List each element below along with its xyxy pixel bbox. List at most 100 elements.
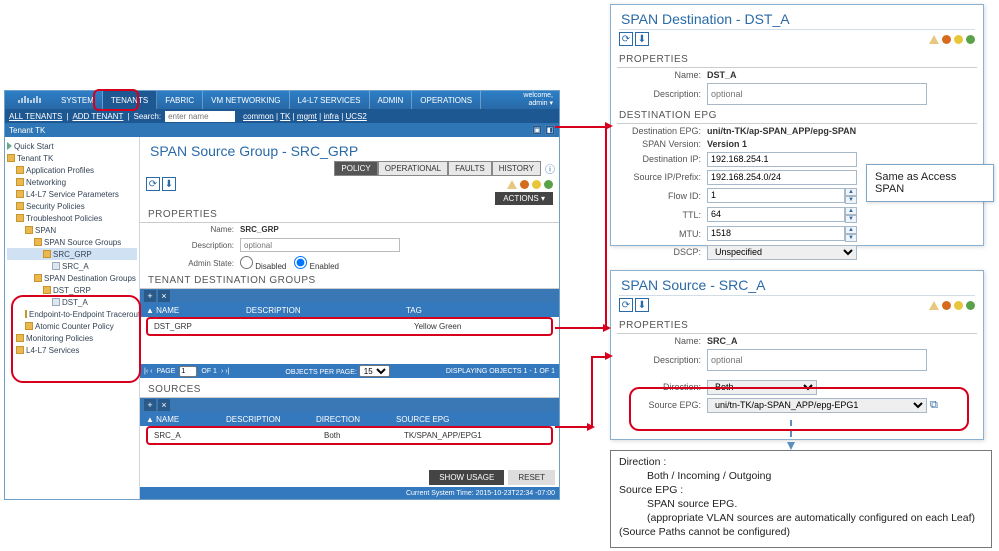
- src-col-dir[interactable]: DIRECTION: [310, 415, 390, 424]
- src-col-desc[interactable]: DESCRIPTION: [220, 415, 310, 424]
- tree-label: L4-L7 Services: [26, 346, 79, 355]
- tree-expand-icon[interactable]: ◧: [545, 125, 555, 135]
- actions-button[interactable]: ACTIONS ▾: [495, 192, 553, 205]
- add-tenant-link[interactable]: ADD TENANT: [72, 112, 123, 121]
- label: Description:: [617, 89, 707, 99]
- show-usage-button[interactable]: SHOW USAGE: [429, 470, 504, 485]
- tree-src-grp[interactable]: SRC_GRP: [7, 248, 137, 260]
- arrow-tdg: [555, 327, 609, 329]
- dest-ip-input[interactable]: [707, 152, 857, 167]
- src-remove-icon[interactable]: ×: [158, 399, 170, 411]
- col-name[interactable]: ▲ NAME: [140, 306, 240, 315]
- tree-label: DST_A: [62, 298, 88, 307]
- welcome-user[interactable]: welcome,admin ▾: [517, 91, 559, 109]
- tree-monitoring-policies[interactable]: Monitoring Policies: [7, 332, 137, 344]
- tdg-row[interactable]: DST_GRP Yellow Green: [148, 319, 551, 334]
- direction-select[interactable]: Both: [707, 380, 817, 395]
- tree-security-policies[interactable]: Security Policies: [7, 200, 137, 212]
- tree-tenant-tk[interactable]: Tenant TK: [7, 152, 137, 164]
- refresh-icon[interactable]: ⟳: [146, 177, 160, 191]
- nav-l4-l7-services[interactable]: L4-L7 SERVICES: [290, 91, 370, 109]
- tree-src-a[interactable]: SRC_A: [7, 260, 137, 272]
- refresh-icon[interactable]: ⟳: [619, 32, 633, 46]
- col-desc[interactable]: DESCRIPTION: [240, 306, 400, 315]
- src-desc-input[interactable]: [707, 349, 927, 371]
- arrow-src-v: [591, 356, 593, 426]
- tab-faults[interactable]: FAULTS: [448, 161, 492, 176]
- tree-span[interactable]: SPAN: [7, 224, 137, 236]
- crumb-common[interactable]: common: [243, 112, 274, 121]
- tree-application-profiles[interactable]: Application Profiles: [7, 164, 137, 176]
- crumb-tk[interactable]: TK: [280, 112, 290, 121]
- download-icon[interactable]: ⬇: [635, 298, 649, 312]
- nav-tenants[interactable]: TENANTS: [103, 91, 157, 109]
- tab-operational[interactable]: OPERATIONAL: [378, 161, 448, 176]
- opp-select[interactable]: 15: [359, 365, 390, 377]
- col-tag[interactable]: TAG: [400, 306, 559, 315]
- tree-l4-l7-services[interactable]: L4-L7 Services: [7, 344, 137, 356]
- tdg-add-icon[interactable]: +: [144, 290, 156, 302]
- status-dot-green: [544, 180, 553, 189]
- nav-tree[interactable]: Quick StartTenant TKApplication Profiles…: [5, 137, 140, 499]
- ttl-spinner[interactable]: ▲▼: [707, 207, 857, 223]
- tdg-row-highlight: DST_GRP Yellow Green: [146, 317, 553, 336]
- tree-span-destination-groups[interactable]: SPAN Destination Groups: [7, 272, 137, 284]
- tree-troubleshoot-policies[interactable]: Troubleshoot Policies: [7, 212, 137, 224]
- nav-operations[interactable]: OPERATIONS: [412, 91, 481, 109]
- tenant-search-input[interactable]: [165, 111, 235, 122]
- mtu-spinner[interactable]: ▲▼: [707, 226, 857, 242]
- label: Destination IP:: [617, 154, 707, 164]
- span-destination-panel: SPAN Destination - DST_A ⟳ ⬇ PROPERTIES …: [610, 4, 984, 246]
- src-ip-input[interactable]: [707, 170, 857, 185]
- folder-icon: [16, 202, 24, 210]
- source-epg-select[interactable]: uni/tn-TK/ap-SPAN_APP/epg-EPG1: [707, 398, 927, 413]
- name-label: Name:: [140, 225, 240, 234]
- dscp-select[interactable]: Unspecified: [707, 245, 857, 260]
- flow-id-spinner[interactable]: ▲▼: [707, 188, 857, 204]
- description-input[interactable]: [240, 238, 400, 252]
- sub-nav: ALL TENANTS | ADD TENANT | Search: commo…: [5, 109, 559, 123]
- tree-endpoint-to-endpoint-traceroute-pol-[interactable]: Endpoint-to-Endpoint Traceroute Pol…: [7, 308, 137, 320]
- admin-disabled-radio[interactable]: Disabled: [240, 256, 286, 271]
- download-icon[interactable]: ⬇: [162, 177, 176, 191]
- arrow-tdg-v: [605, 126, 607, 327]
- tree-dst-a[interactable]: DST_A: [7, 296, 137, 308]
- search-label: Search:: [133, 112, 161, 121]
- nav-fabric[interactable]: FABRIC: [157, 91, 203, 109]
- tree-networking[interactable]: Networking: [7, 176, 137, 188]
- nav-vm-networking[interactable]: VM NETWORKING: [203, 91, 289, 109]
- dest-desc-input[interactable]: [707, 83, 927, 105]
- tdg-columns: ▲ NAME DESCRIPTION TAG: [140, 303, 559, 317]
- tdg-remove-icon[interactable]: ×: [158, 290, 170, 302]
- nav-system[interactable]: SYSTEM: [53, 91, 103, 109]
- all-tenants-link[interactable]: ALL TENANTS: [9, 112, 62, 121]
- refresh-icon[interactable]: ⟳: [619, 298, 633, 312]
- tab-history[interactable]: HISTORY: [492, 161, 541, 176]
- crumb-infra[interactable]: infra: [323, 112, 339, 121]
- page-input[interactable]: [179, 366, 197, 377]
- tree-quick-start[interactable]: Quick Start: [7, 140, 137, 152]
- src-add-icon[interactable]: +: [144, 399, 156, 411]
- tree-span-source-groups[interactable]: SPAN Source Groups: [7, 236, 137, 248]
- crumb-mgmt[interactable]: mgmt: [297, 112, 317, 121]
- admin-enabled-radio[interactable]: Enabled: [294, 256, 339, 271]
- folder-icon: [7, 154, 15, 162]
- tree-atomic-counter-policy[interactable]: Atomic Counter Policy: [7, 320, 137, 332]
- open-epg-icon[interactable]: ⧉: [930, 399, 938, 412]
- tree-l4-l7-service-parameters[interactable]: L4-L7 Service Parameters: [7, 188, 137, 200]
- warning-icon: [507, 180, 517, 189]
- crumb-ucs2[interactable]: UCS2: [346, 112, 367, 121]
- src-row[interactable]: SRC_A Both TK/SPAN_APP/EPG1: [148, 428, 551, 443]
- folder-icon: [16, 166, 24, 174]
- nav-admin[interactable]: ADMIN: [370, 91, 413, 109]
- src-col-name[interactable]: ▲ NAME: [140, 415, 220, 424]
- tree-collapse-icon[interactable]: ▣: [532, 125, 542, 135]
- reset-button[interactable]: RESET: [508, 470, 555, 485]
- status-dot-orange: [520, 180, 529, 189]
- tab-policy[interactable]: POLICY: [334, 161, 377, 176]
- arrow-tdg-head: [605, 122, 613, 130]
- tree-dst-grp[interactable]: DST_GRP: [7, 284, 137, 296]
- src-col-epg[interactable]: SOURCE EPG: [390, 415, 559, 424]
- download-icon[interactable]: ⬇: [635, 32, 649, 46]
- info-icon[interactable]: ⓘ: [545, 161, 555, 176]
